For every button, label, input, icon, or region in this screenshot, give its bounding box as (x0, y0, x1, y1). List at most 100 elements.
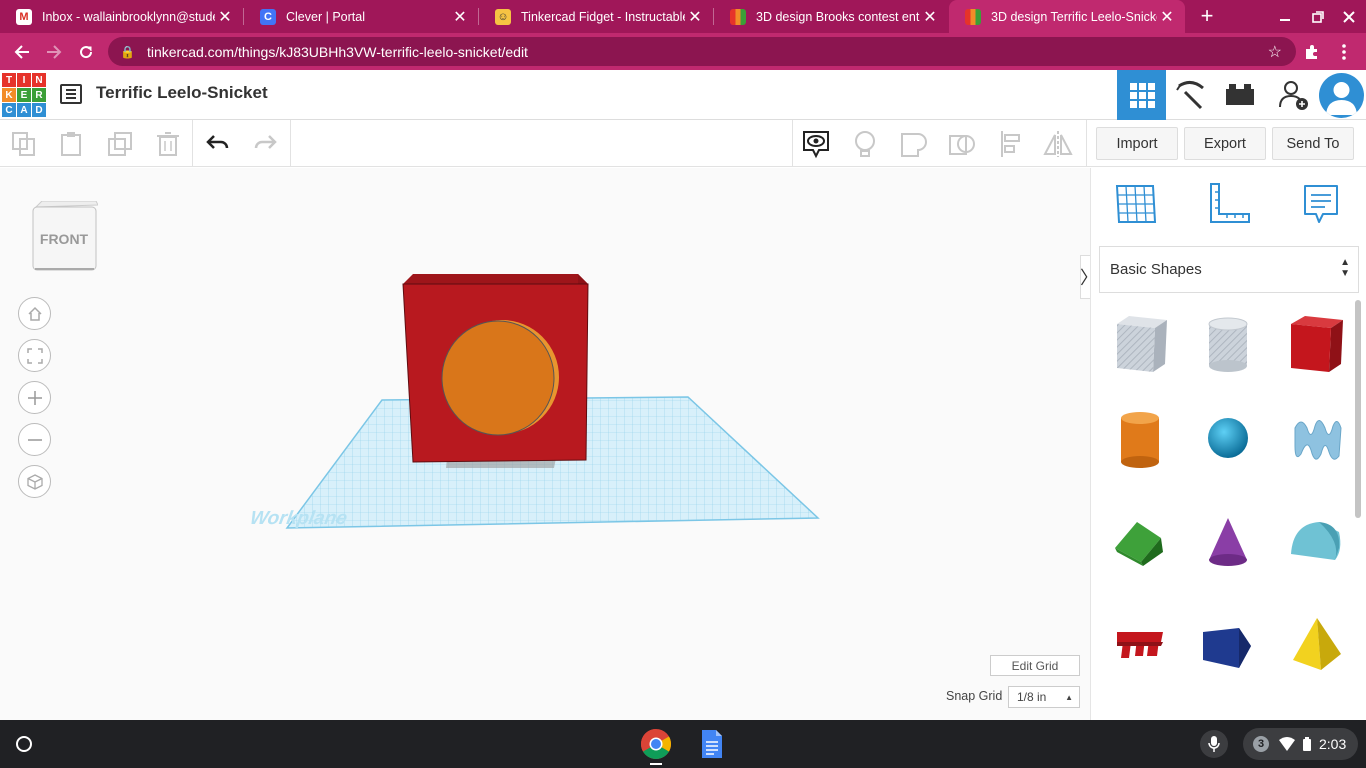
address-bar[interactable]: 🔒 tinkercad.com/things/kJ83UBHh3VW-terri… (108, 37, 1296, 66)
ungroup-button[interactable] (946, 128, 978, 160)
undo-button[interactable] (202, 128, 234, 160)
new-tab-button[interactable]: + (1196, 4, 1218, 28)
delete-button[interactable] (152, 128, 184, 160)
system-tray[interactable]: 3 2:03 (1243, 728, 1358, 760)
send-to-button[interactable]: Send To (1272, 127, 1354, 160)
workplane-viewport[interactable]: Workplane FRONT Edit Grid Snap Grid 1/8 … (0, 168, 1090, 720)
shape-box[interactable] (1285, 312, 1347, 378)
tab-terrific-leelo-snicket[interactable]: 3D design Terrific Leelo-Snicket ✕ (949, 0, 1185, 33)
copy-button[interactable] (8, 128, 40, 160)
shape-scribble[interactable] (1285, 406, 1347, 472)
maximize-button[interactable] (1301, 0, 1335, 33)
notes-visibility-button[interactable] (800, 128, 832, 160)
tab-gmail[interactable]: M Inbox - wallainbrooklynn@stude ✕ (0, 0, 243, 33)
bookmark-star-icon[interactable]: ☆ (1268, 42, 1282, 62)
microphone-icon (1208, 736, 1220, 752)
shape-polygon[interactable] (1197, 610, 1259, 676)
edit-grid-button[interactable]: Edit Grid (990, 655, 1080, 676)
workplane-tool-button[interactable] (1113, 182, 1157, 226)
app-header: T I N K E R C A D Terrific Leelo-Snicket (0, 70, 1366, 120)
extensions-button[interactable] (1298, 38, 1326, 66)
view-cube[interactable]: FRONT (32, 200, 99, 271)
tab-clever[interactable]: C Clever | Portal ✕ (244, 0, 478, 33)
shape-category-label: Basic Shapes (1110, 261, 1202, 278)
zoom-in-button[interactable] (18, 381, 51, 414)
minimize-button[interactable] (1268, 0, 1302, 33)
import-button[interactable]: Import (1096, 127, 1178, 160)
browser-toolbar: 🔒 tinkercad.com/things/kJ83UBHh3VW-terri… (0, 33, 1366, 70)
close-icon[interactable]: ✕ (450, 7, 470, 27)
blue-sphere-icon (1208, 418, 1248, 458)
group-icon (901, 133, 927, 157)
launcher-button[interactable] (16, 736, 32, 752)
blocks-button[interactable] (1166, 70, 1215, 120)
redo-button[interactable] (249, 128, 281, 160)
close-icon[interactable]: ✕ (920, 7, 940, 27)
logo-letter: C (2, 103, 16, 117)
arrow-left-icon (14, 45, 29, 59)
shape-round-roof[interactable] (1285, 508, 1347, 574)
shape-sphere[interactable] (1197, 406, 1259, 472)
forward-button[interactable] (40, 38, 68, 66)
shape-category-select[interactable]: Basic Shapes ▲ ▼ (1099, 246, 1359, 293)
round-roof-icon (1291, 522, 1341, 560)
edit-toolbar: Import Export Send To (0, 120, 1366, 167)
fit-view-button[interactable] (18, 339, 51, 372)
align-button[interactable] (995, 128, 1027, 160)
undo-icon (206, 135, 229, 149)
3d-view-button[interactable] (1117, 70, 1166, 120)
workplane-label: Workplane (248, 508, 349, 529)
export-button[interactable]: Export (1184, 127, 1266, 160)
shape-cylinder[interactable] (1109, 406, 1171, 472)
snap-grid-select[interactable]: 1/8 in ▲ (1008, 686, 1080, 708)
design-list-icon[interactable] (60, 84, 82, 104)
arrow-right-icon (47, 45, 62, 59)
shape-cylinder-hole[interactable] (1197, 312, 1259, 378)
logo-letter: I (17, 73, 31, 87)
shape-pyramid[interactable] (1285, 610, 1347, 676)
shape-roof[interactable] (1109, 508, 1171, 574)
show-all-button[interactable] (849, 128, 881, 160)
caret-up-icon: ▲ (1065, 692, 1073, 702)
tinkercad-logo[interactable]: T I N K E R C A D (2, 73, 46, 117)
trash-icon (157, 132, 179, 156)
notes-tool-button[interactable] (1299, 182, 1343, 226)
design-title[interactable]: Terrific Leelo-Snicket (96, 83, 268, 103)
docs-app-button[interactable] (700, 729, 724, 759)
shapes-panel: Basic Shapes ▲ ▼ (1090, 168, 1366, 720)
bricks-button[interactable] (1215, 70, 1264, 120)
group-button[interactable] (898, 128, 930, 160)
duplicate-button[interactable] (104, 128, 136, 160)
zoom-out-button[interactable] (18, 423, 51, 456)
shape-cone[interactable] (1197, 508, 1259, 574)
projection-button[interactable] (18, 465, 51, 498)
tab-instructables[interactable]: ☺ Tinkercad Fidget - Instructables ✕ (479, 0, 713, 33)
copy-icon (12, 132, 35, 156)
close-icon[interactable]: ✕ (685, 7, 705, 27)
scene-canvas[interactable]: Workplane (0, 168, 1090, 720)
paste-button[interactable] (55, 128, 87, 160)
shapes-scrollbar[interactable] (1355, 300, 1361, 518)
shape-box-hole[interactable] (1109, 312, 1171, 378)
close-icon[interactable]: ✕ (215, 7, 235, 27)
close-icon (1343, 10, 1355, 23)
mirror-button[interactable] (1042, 128, 1074, 160)
chrome-app-button[interactable] (640, 728, 672, 760)
snap-grid-label: Snap Grid (946, 689, 1003, 703)
snap-grid-value: 1/8 in (1017, 690, 1047, 704)
reload-icon (80, 46, 93, 59)
avatar[interactable] (1319, 73, 1364, 118)
tab-brooks-contest[interactable]: 3D design Brooks contest entry ✕ (714, 0, 948, 33)
close-window-button[interactable] (1332, 0, 1366, 33)
reload-button[interactable] (72, 38, 100, 66)
ruler-tool-button[interactable] (1207, 182, 1251, 226)
back-button[interactable] (8, 38, 36, 66)
brick-icon (1225, 84, 1254, 105)
orange-cylinder-shape[interactable] (441, 320, 555, 436)
browser-menu-button[interactable] (1330, 38, 1358, 66)
voice-input-button[interactable] (1200, 730, 1228, 758)
shape-text[interactable] (1109, 610, 1171, 676)
close-icon[interactable]: ✕ (1157, 7, 1177, 27)
home-view-button[interactable] (18, 297, 51, 330)
invite-user-button[interactable] (1268, 70, 1317, 120)
